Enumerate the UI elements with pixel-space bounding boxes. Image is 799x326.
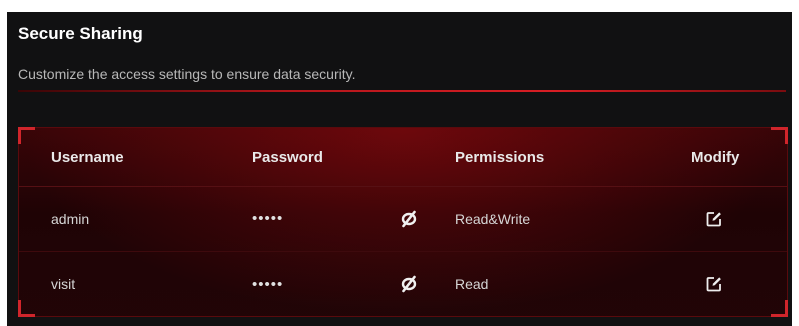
column-header-permissions: Permissions [455, 148, 545, 166]
page-description: Customize the access settings to ensure … [18, 66, 356, 82]
table-row: visit ••••• Read [19, 252, 787, 316]
toggle-password-button[interactable] [399, 186, 419, 251]
password-cell: ••••• [252, 210, 284, 227]
edit-icon[interactable] [704, 209, 724, 229]
toggle-password-button[interactable] [399, 252, 419, 316]
page-title: Secure Sharing [18, 24, 143, 43]
sharing-table: Username Password Permissions Modify adm… [18, 127, 788, 317]
column-header-modify: Modify [691, 148, 740, 166]
eye-slash-icon[interactable] [399, 274, 419, 294]
edit-icon[interactable] [704, 274, 724, 294]
eye-slash-icon[interactable] [399, 209, 419, 229]
permissions-cell: Read [455, 276, 489, 292]
permissions-cell: Read&Write [455, 210, 531, 227]
column-header-password: Password [252, 148, 323, 166]
modify-button[interactable] [704, 186, 724, 251]
modify-button[interactable] [704, 252, 724, 316]
secure-sharing-panel: Secure Sharing Customize the access sett… [7, 12, 792, 326]
title-divider [18, 90, 786, 92]
table-header-row: Username Password Permissions Modify [19, 128, 787, 187]
password-cell: ••••• [252, 275, 284, 293]
column-header-username: Username [51, 148, 124, 166]
username-cell: admin [51, 210, 90, 227]
username-cell: visit [51, 276, 76, 292]
table-row: admin ••••• Read&Write [19, 186, 787, 252]
